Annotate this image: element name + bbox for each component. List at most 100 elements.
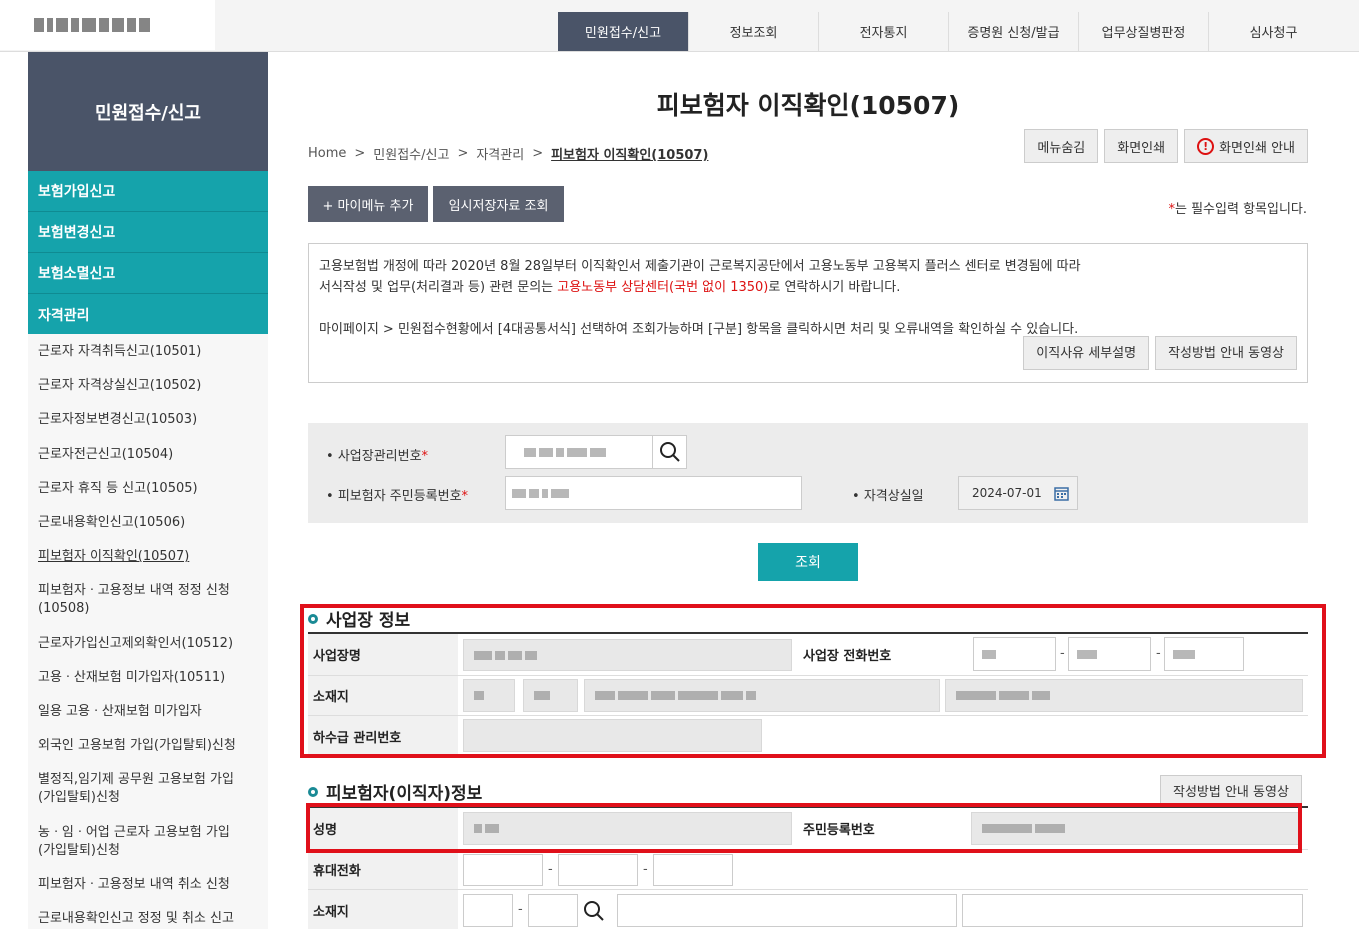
sidebar-sub-item[interactable]: 근로자정보변경신고(10503)	[28, 411, 207, 429]
sidebar-sub-item[interactable]: 농ㆍ임ㆍ어업 근로자 고용보험 가입(가입탈퇴)신청	[28, 824, 253, 860]
notice-box: 고용보험법 개정에 따라 2020년 8월 28일부터 이직확인서 제출기관이 …	[308, 243, 1308, 383]
print-button[interactable]: 화면인쇄	[1104, 129, 1179, 163]
workplace-section-title: 사업장 정보	[308, 606, 410, 631]
workplace-name-value	[463, 639, 792, 671]
workplace-title-text: 사업장 정보	[326, 611, 411, 631]
resident-no-input[interactable]	[505, 476, 802, 510]
print-guide-button[interactable]: ! 화면인쇄 안내	[1184, 129, 1308, 163]
sidebar-sub-item[interactable]: 외국인 고용보험 가입(가입탈퇴)신청	[28, 737, 246, 755]
address-line2	[945, 679, 1303, 712]
sidebar-sub-item[interactable]: 일용 고용ㆍ산재보험 미가입자	[28, 703, 212, 721]
zip-part1	[463, 679, 515, 712]
search-icon[interactable]	[577, 894, 611, 927]
mobile-part3-input[interactable]	[653, 854, 733, 886]
print-guide-label: 화면인쇄 안내	[1219, 140, 1295, 156]
site-logo[interactable]	[0, 0, 215, 50]
mobile-part1-input[interactable]	[463, 854, 543, 886]
breadcrumb-home[interactable]: Home	[308, 146, 346, 161]
notice-line2: 서식작성 및 업무(처리결과 등) 관련 문의는 고용노동부 상담센터(국번 없…	[319, 277, 1297, 298]
sidebar-item-qualification[interactable]: 자격관리	[28, 294, 268, 335]
workplace-phone-label: 사업장 전화번호	[803, 634, 892, 675]
bullet-icon	[308, 786, 318, 797]
reason-detail-button[interactable]: 이직사유 세부설명	[1023, 336, 1150, 370]
workplace-no-label: • 사업장관리번호*	[326, 449, 429, 464]
sidebar-sub-item[interactable]: 근로자전근신고(10504)	[28, 446, 183, 464]
loss-date-value: 2024-07-01	[972, 486, 1042, 500]
nav-certificate[interactable]: 증명원 신청/발급	[948, 12, 1078, 51]
insured-address-line2-input[interactable]	[962, 894, 1303, 927]
search-icon[interactable]	[652, 435, 687, 469]
sidebar-sub-item[interactable]: 별정직,임기제 공무원 고용보험 가입(가입탈퇴)신청	[28, 771, 253, 807]
required-note: *는 필수입력 항목입니다.	[1169, 198, 1308, 217]
notice-contact: 고용노동부 상담센터(국번 없이 1350)	[557, 280, 769, 295]
query-button[interactable]: 조회	[758, 543, 858, 581]
insured-table: 성명 주민등록번호 휴대전화 - - 소재지 -	[308, 806, 1308, 929]
page-tools: 메뉴숨김 화면인쇄 ! 화면인쇄 안내	[1024, 129, 1308, 163]
sidebar-sub-item[interactable]: 피보험자ㆍ고용정보 내역 정정 신청(10508)	[28, 582, 253, 618]
insured-guide-video-button[interactable]: 작성방법 안내 동영상	[1160, 775, 1302, 805]
search-form: • 사업장관리번호* • 피보험자 주민등록번호* • 자격상실일 2024-0…	[308, 423, 1308, 523]
chevron-right-icon: >	[532, 146, 544, 161]
workplace-no-label-text: 사업장관리번호	[337, 449, 422, 464]
insured-resident-no-label: 주민등록번호	[803, 808, 875, 849]
sidebar-sub-item[interactable]: 근로자가입신고제외확인서(10512)	[28, 635, 243, 653]
bullet-icon	[308, 613, 318, 624]
insured-address-line1-input[interactable]	[617, 894, 957, 927]
required-note-text: 는 필수입력 항목입니다.	[1175, 202, 1307, 217]
dash: -	[548, 862, 553, 877]
mobile-part2-input[interactable]	[558, 854, 638, 886]
page-title: 피보험자 이직확인(10507)	[656, 91, 960, 120]
phone-part2-input[interactable]	[1068, 637, 1151, 671]
nav-e-notice[interactable]: 전자통지	[818, 12, 948, 51]
calendar-icon[interactable]	[1054, 486, 1069, 501]
hide-menu-button[interactable]: 메뉴숨김	[1024, 129, 1099, 163]
sidebar-item-insurance-loss[interactable]: 보험소멸신고	[28, 253, 268, 294]
dash: -	[518, 902, 523, 917]
table-row: 휴대전화 - -	[308, 850, 1308, 890]
sidebar-title-text: 민원접수/신고	[95, 102, 201, 124]
sidebar-sub-item[interactable]: 근로자 자격취득신고(10501)	[28, 343, 211, 361]
insured-resident-no-value	[971, 812, 1301, 845]
insured-zip-part2-input[interactable]	[528, 894, 578, 927]
sidebar-sub-item-active[interactable]: 피보험자 이직확인(10507)	[28, 548, 199, 566]
phone-part3-input[interactable]	[1164, 637, 1244, 671]
redacted-value	[506, 477, 801, 498]
loss-date-input[interactable]: 2024-07-01	[958, 476, 1078, 510]
redacted-value	[474, 650, 537, 660]
nav-occupational-disease[interactable]: 업무상질병판정	[1078, 12, 1208, 51]
nav-review-request[interactable]: 심사청구	[1208, 12, 1338, 51]
sidebar-item-insurance-join[interactable]: 보험가입신고	[28, 171, 268, 212]
redacted-value	[595, 691, 756, 700]
nav-civil-petition[interactable]: 민원접수/신고	[558, 12, 688, 51]
insured-section-title: 피보험자(이직자)정보	[308, 779, 482, 804]
sidebar-title: 민원접수/신고	[28, 52, 268, 171]
insured-zip-part1-input[interactable]	[463, 894, 513, 927]
breadcrumb-item[interactable]: 자격관리	[476, 144, 524, 163]
resident-no-label: • 피보험자 주민등록번호*	[326, 489, 469, 504]
nav-info-lookup[interactable]: 정보조회	[688, 12, 818, 51]
sidebar-sub-item[interactable]: 고용ㆍ산재보험 미가입자(10511)	[28, 669, 235, 687]
breadcrumb-item[interactable]: 민원접수/신고	[373, 144, 449, 163]
sidebar-item-insurance-change[interactable]: 보험변경신고	[28, 212, 268, 253]
required-star: *	[421, 449, 429, 464]
workplace-no-input[interactable]	[505, 435, 653, 469]
sidebar-sub-item[interactable]: 피보험자ㆍ고용정보 내역 취소 신청	[28, 876, 240, 894]
phone-part1-input[interactable]	[973, 637, 1056, 671]
chevron-right-icon: >	[457, 146, 469, 161]
sidebar-sub-item[interactable]: 근로내용확인신고(10506)	[28, 514, 195, 532]
temp-saved-button[interactable]: 임시저장자료 조회	[433, 186, 564, 222]
guide-video-button[interactable]: 작성방법 안내 동영상	[1155, 336, 1297, 370]
sidebar-sub-item[interactable]: 근로자 휴직 등 신고(10505)	[28, 480, 208, 498]
dash: -	[1156, 646, 1161, 661]
add-mymenu-button[interactable]: + 마이메뉴 추가	[308, 186, 428, 222]
redacted-value	[506, 436, 652, 457]
required-star: *	[461, 489, 469, 504]
redacted-value	[982, 649, 996, 659]
mobile-label: 휴대전화	[308, 850, 458, 889]
sidebar-sub-item[interactable]: 근로자 자격상실신고(10502)	[28, 377, 211, 395]
sidebar-sub-item[interactable]: 근로내용확인신고 정정 및 취소 신고	[28, 910, 244, 928]
redacted-value	[474, 691, 484, 700]
logo-redacted	[34, 18, 150, 32]
redacted-value	[1077, 649, 1097, 659]
breadcrumb: Home > 민원접수/신고 > 자격관리 > 피보험자 이직확인(10507)	[308, 144, 708, 163]
